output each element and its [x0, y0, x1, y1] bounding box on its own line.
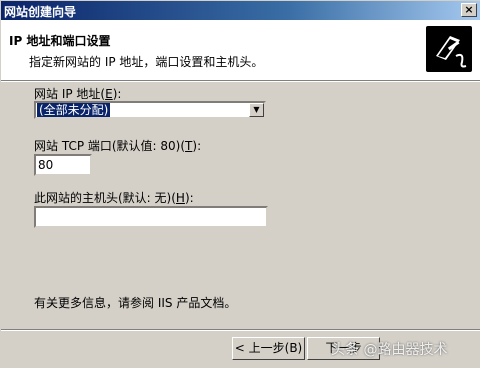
window-title: 网站创建向导	[4, 5, 77, 19]
wizard-window: 网站创建向导 × IP 地址和端口设置 指定新网站的 IP 地址，端口设置和主机…	[0, 0, 480, 368]
ip-address-value: (全部未分配)	[37, 103, 111, 117]
back-button[interactable]: < 上一步(B)	[232, 337, 305, 360]
wizard-header: IP 地址和端口设置 指定新网站的 IP 地址，端口设置和主机头。	[1, 20, 480, 80]
tcp-port-input[interactable]: 80	[34, 154, 92, 176]
ip-address-label: 网站 IP 地址(E):	[34, 87, 122, 101]
page-subtitle: 指定新网站的 IP 地址，端口设置和主机头。	[29, 55, 264, 69]
page-title: IP 地址和端口设置	[9, 34, 111, 48]
chevron-down-icon: ▼	[253, 105, 260, 114]
host-header-input[interactable]	[34, 206, 268, 228]
info-text: 有关更多信息，请参阅 IIS 产品文档。	[34, 296, 237, 310]
dropdown-button[interactable]: ▼	[249, 103, 264, 117]
footer-divider	[1, 329, 480, 331]
close-icon: ×	[464, 3, 474, 16]
title-bar[interactable]: 网站创建向导 ×	[1, 1, 480, 20]
close-button[interactable]: ×	[461, 3, 477, 17]
host-header-label: 此网站的主机头(默认: 无)(H):	[34, 191, 194, 205]
watermark-text: 头条 @路由器技术	[331, 342, 448, 358]
header-divider	[1, 80, 480, 82]
website-wizard-icon	[426, 26, 472, 72]
tcp-port-label: 网站 TCP 端口(默认值: 80)(T):	[34, 139, 202, 153]
ip-address-select[interactable]: (全部未分配) ▼	[34, 101, 266, 119]
